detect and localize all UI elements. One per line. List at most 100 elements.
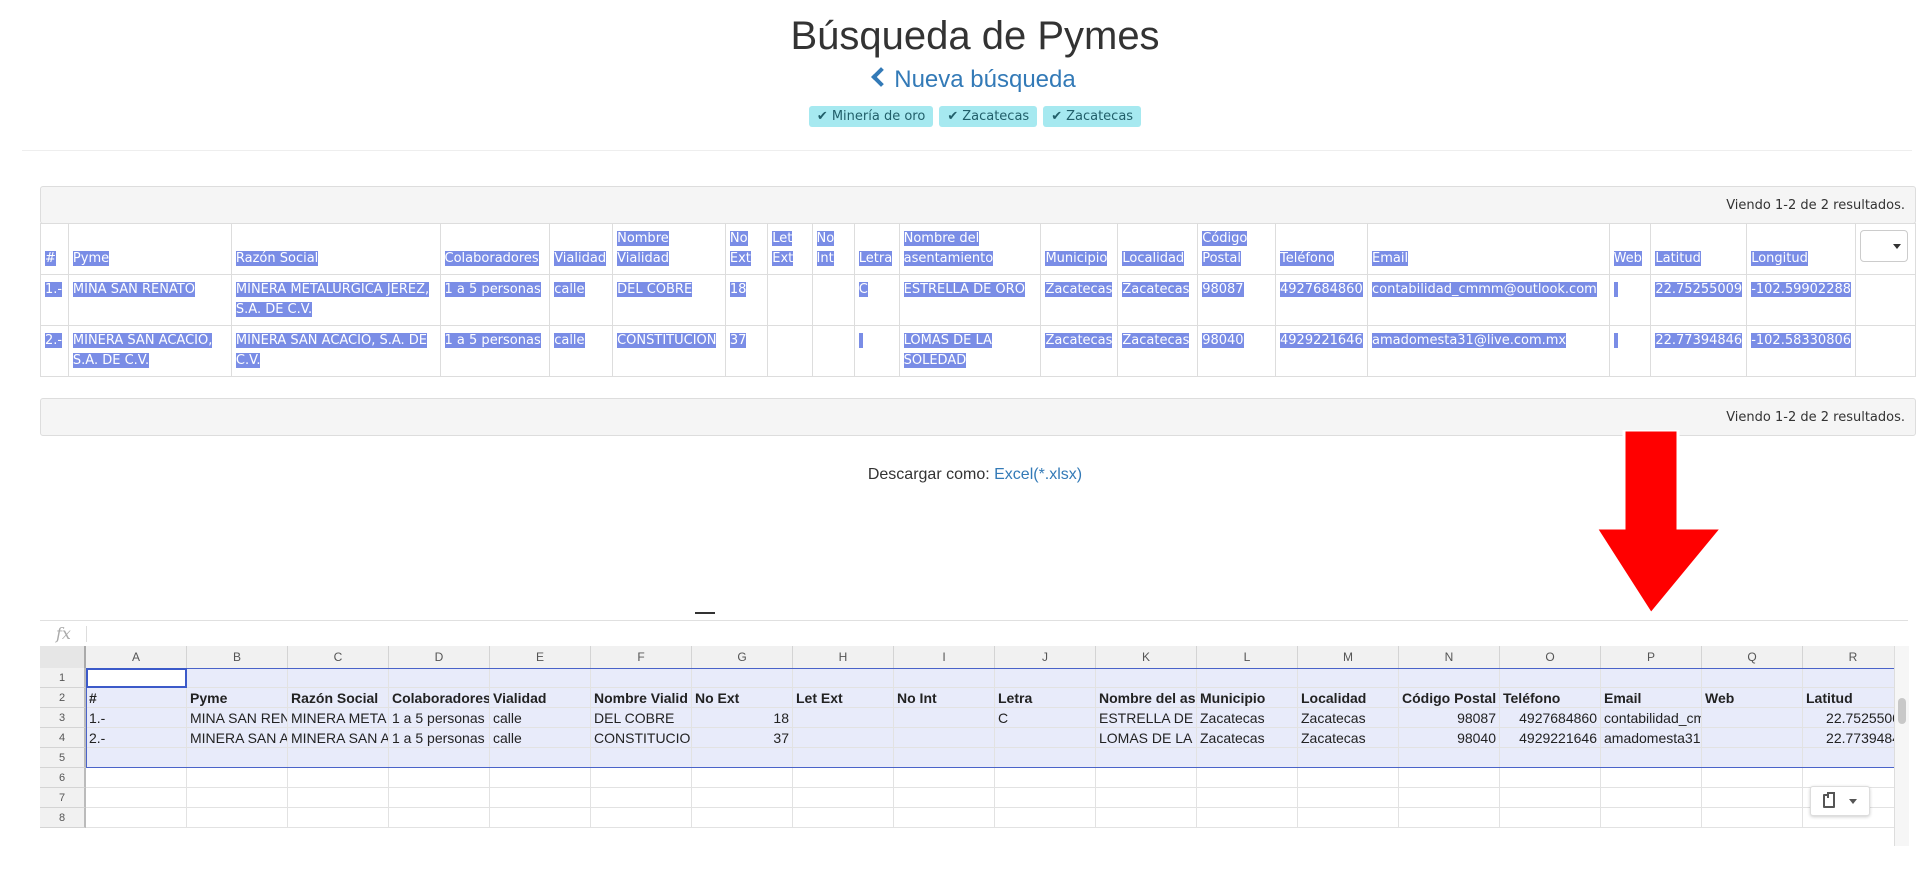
sheet-cell[interactable] (1702, 808, 1803, 828)
sheet-cell[interactable] (288, 808, 389, 828)
page-size-select[interactable] (1860, 229, 1909, 262)
sheet-cell[interactable] (894, 748, 995, 768)
sheet-cell[interactable] (187, 748, 288, 768)
sheet-cell[interactable]: 37 (692, 728, 793, 748)
sheet-cell[interactable] (894, 668, 995, 688)
column-header[interactable]: Teléfono (1275, 223, 1368, 275)
sheet-cell[interactable] (591, 768, 692, 788)
column-header[interactable]: Web (1608, 223, 1652, 275)
filter-tag[interactable]: ✔ Zacatecas (939, 106, 1038, 127)
sheet-cell[interactable]: MINERA META (288, 708, 389, 728)
sheet-cell[interactable] (1197, 668, 1298, 688)
column-header[interactable]: Localidad (1117, 223, 1199, 275)
sheet-cell[interactable]: Web (1702, 688, 1803, 708)
column-header[interactable]: Colaboradores (439, 223, 551, 275)
sheet-cell[interactable]: 18 (692, 708, 793, 728)
sheet-cell[interactable]: Email (1601, 688, 1702, 708)
sheet-cell[interactable] (1298, 768, 1399, 788)
sheet-cell[interactable] (1399, 788, 1500, 808)
sheet-cell[interactable] (86, 788, 187, 808)
resize-handle[interactable] (695, 612, 715, 614)
column-header[interactable]: Código Postal (1197, 223, 1276, 275)
sheet-cell[interactable] (995, 768, 1096, 788)
sheet-cell[interactable]: Razón Social (288, 688, 389, 708)
sheet-cell[interactable]: 22.7739484 (1803, 728, 1894, 748)
sheet-cell[interactable]: 1 a 5 personas (389, 728, 490, 748)
sheet-cell[interactable]: No Ext (692, 688, 793, 708)
row-header[interactable]: 3 (40, 708, 86, 728)
sheet-cell[interactable] (894, 728, 995, 748)
sheet-cell[interactable] (288, 748, 389, 768)
sheet-cell[interactable] (490, 808, 591, 828)
scrollbar-thumb[interactable] (1898, 698, 1906, 724)
sheet-cell[interactable]: calle (490, 728, 591, 748)
column-header[interactable]: Nombre Vialidad (612, 223, 726, 275)
row-header[interactable]: 7 (40, 788, 86, 808)
column-header-a[interactable]: A (86, 646, 187, 668)
sheet-cell[interactable] (1399, 668, 1500, 688)
sheet-cell[interactable]: # (86, 688, 187, 708)
sheet-cell[interactable] (1601, 808, 1702, 828)
sheet-cell[interactable]: Zacatecas (1197, 708, 1298, 728)
sheet-cell[interactable]: Zacatecas (1197, 728, 1298, 748)
sheet-cell[interactable]: CONSTITUCIO (591, 728, 692, 748)
sheet-cell[interactable] (995, 788, 1096, 808)
column-header[interactable]: Municipio (1040, 223, 1119, 275)
sheet-cell[interactable]: 4927684860 (1500, 708, 1601, 728)
sheet-cell[interactable] (1399, 768, 1500, 788)
sheet-cell[interactable] (894, 708, 995, 728)
sheet-cell[interactable] (1500, 748, 1601, 768)
column-header[interactable]: Longitud (1746, 223, 1857, 275)
column-header[interactable]: Email (1366, 223, 1610, 275)
column-header-r[interactable]: R (1803, 646, 1894, 668)
sheet-cell[interactable]: 1 a 5 personas (389, 708, 490, 728)
sheet-cell[interactable] (288, 768, 389, 788)
row-header[interactable]: 4 (40, 728, 86, 748)
sheet-cell[interactable] (389, 748, 490, 768)
sheet-cell[interactable] (187, 768, 288, 788)
sheet-cell[interactable] (1197, 748, 1298, 768)
sheet-cell[interactable]: amadomesta31@live.com.mx (1601, 728, 1702, 748)
sheet-cell[interactable]: Colaboradores (389, 688, 490, 708)
formula-bar[interactable]: fx (40, 622, 1908, 647)
sheet-cell[interactable] (1601, 788, 1702, 808)
sheet-cell[interactable]: Latitud (1803, 688, 1894, 708)
column-header-j[interactable]: J (995, 646, 1096, 668)
row-header[interactable]: 1 (40, 668, 86, 688)
sheet-cell[interactable] (1298, 808, 1399, 828)
row-header[interactable]: 5 (40, 748, 86, 768)
active-cell[interactable] (86, 668, 187, 688)
new-search-link[interactable]: Nueva búsqueda (0, 66, 1931, 94)
column-header[interactable]: No Int (811, 223, 855, 275)
row-header[interactable]: 8 (40, 808, 86, 828)
sheet-cell[interactable] (1500, 668, 1601, 688)
sheet-cell[interactable] (1298, 788, 1399, 808)
sheet-cell[interactable]: Municipio (1197, 688, 1298, 708)
sheet-cell[interactable]: C (995, 708, 1096, 728)
sheet-cell[interactable]: Let Ext (793, 688, 894, 708)
column-header[interactable]: # (40, 223, 69, 275)
sheet-cell[interactable]: Código Postal (1399, 688, 1500, 708)
sheet-cell[interactable] (1702, 668, 1803, 688)
column-header-n[interactable]: N (1399, 646, 1500, 668)
column-header-q[interactable]: Q (1702, 646, 1803, 668)
sheet-cell[interactable] (793, 668, 894, 688)
sheet-cell[interactable] (995, 748, 1096, 768)
sheet-cell[interactable] (187, 788, 288, 808)
sheet-cell[interactable] (1500, 808, 1601, 828)
column-header[interactable]: Pyme (67, 223, 232, 275)
sheet-cell[interactable] (591, 808, 692, 828)
sheet-cell[interactable]: Teléfono (1500, 688, 1601, 708)
column-header-d[interactable]: D (389, 646, 490, 668)
sheet-cell[interactable] (793, 728, 894, 748)
spreadsheet-grid[interactable]: ABCDEFGHIJKLMNOPQR 1 2 # Pyme Razón Social Co… (40, 646, 1894, 846)
sheet-cell[interactable] (1803, 748, 1894, 768)
sheet-cell[interactable] (490, 748, 591, 768)
sheet-cell[interactable] (1096, 748, 1197, 768)
sheet-cell[interactable] (995, 808, 1096, 828)
sheet-cell[interactable] (1500, 768, 1601, 788)
sheet-cell[interactable] (1803, 668, 1894, 688)
sheet-cell[interactable] (86, 768, 187, 788)
sheet-cell[interactable] (389, 808, 490, 828)
sheet-cell[interactable] (389, 788, 490, 808)
